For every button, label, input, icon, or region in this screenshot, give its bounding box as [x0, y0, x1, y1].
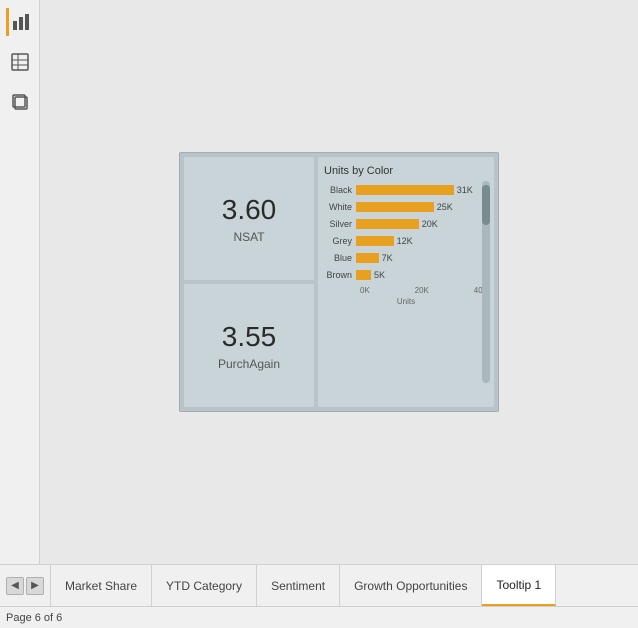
bar-chart: Black 31K White 25K Silver 20K Grey 12K Blue 7K Br… — [324, 183, 488, 282]
bar-row: Grey 12K — [324, 234, 488, 248]
bar-label: Brown — [324, 270, 356, 280]
tab-growth-opportunities[interactable]: Growth Opportunities — [340, 565, 482, 606]
bar-track: 25K — [356, 202, 488, 212]
next-button[interactable]: ▶ — [26, 577, 44, 595]
bar-value: 12K — [397, 236, 413, 246]
purch-again-card: 3.55 PurchAgain — [184, 284, 314, 407]
bar-label: White — [324, 202, 356, 212]
bar-label: Grey — [324, 236, 356, 246]
bar-track: 12K — [356, 236, 488, 246]
purch-again-value: 3.55 — [222, 320, 277, 354]
tab-bar: ◀ ▶ Market ShareYTD CategorySentimentGro… — [0, 564, 638, 606]
bar-value: 7K — [382, 253, 393, 263]
bar-row: Black 31K — [324, 183, 488, 197]
bar-fill — [356, 202, 434, 212]
bar-value: 5K — [374, 270, 385, 280]
bar-value: 31K — [457, 185, 473, 195]
axis-title: Units — [324, 297, 488, 306]
bar-label: Silver — [324, 219, 356, 229]
left-panel: 3.60 NSAT 3.55 PurchAgain — [184, 157, 314, 407]
prev-button[interactable]: ◀ — [6, 577, 24, 595]
tab-ytd-category[interactable]: YTD Category — [152, 565, 257, 606]
table-icon[interactable] — [6, 48, 34, 76]
nsat-card: 3.60 NSAT — [184, 157, 314, 280]
axis-label-20k: 20K — [415, 286, 429, 295]
sidebar — [0, 0, 40, 564]
tab-nav: ◀ ▶ — [0, 565, 51, 606]
bar-chart-icon[interactable] — [6, 8, 34, 36]
chart-title: Units by Color — [324, 165, 488, 177]
bar-fill — [356, 236, 394, 246]
bar-fill — [356, 253, 379, 263]
bar-track: 31K — [356, 185, 488, 195]
main-area: 3.60 NSAT 3.55 PurchAgain Units by Color… — [0, 0, 638, 564]
bar-track: 7K — [356, 253, 488, 263]
card-container: 3.60 NSAT 3.55 PurchAgain Units by Color… — [179, 152, 499, 412]
page-info: Page 6 of 6 — [6, 612, 62, 624]
axis-label-0k: 0K — [360, 286, 370, 295]
bar-value: 25K — [437, 202, 453, 212]
layers-icon[interactable] — [6, 88, 34, 116]
nsat-label: NSAT — [233, 230, 264, 244]
tab-sentiment[interactable]: Sentiment — [257, 565, 340, 606]
content-area: 3.60 NSAT 3.55 PurchAgain Units by Color… — [40, 0, 638, 564]
bar-fill — [356, 185, 454, 195]
bar-fill — [356, 270, 371, 280]
tabs-container: Market ShareYTD CategorySentimentGrowth … — [51, 565, 638, 606]
nsat-value: 3.60 — [222, 193, 277, 227]
bar-label: Blue — [324, 253, 356, 263]
axis-labels: 0K 20K 40K — [360, 286, 488, 295]
bar-label: Black — [324, 185, 356, 195]
right-panel: Units by Color Black 31K White 25K Silver 20K… — [318, 157, 494, 407]
bar-track: 5K — [356, 270, 488, 280]
tab-market-share[interactable]: Market Share — [51, 565, 152, 606]
bar-row: Brown 5K — [324, 268, 488, 282]
bar-row: Silver 20K — [324, 217, 488, 231]
bar-fill — [356, 219, 419, 229]
scrollbar-area[interactable] — [482, 181, 490, 383]
chart-axis: 0K 20K 40K — [324, 286, 488, 295]
bar-row: White 25K — [324, 200, 488, 214]
scrollbar-thumb — [482, 185, 490, 225]
purch-again-label: PurchAgain — [218, 357, 280, 371]
status-bar: Page 6 of 6 — [0, 606, 638, 628]
tab-tooltip-1[interactable]: Tooltip 1 — [482, 565, 556, 606]
bar-value: 20K — [422, 219, 438, 229]
bar-track: 20K — [356, 219, 488, 229]
bar-row: Blue 7K — [324, 251, 488, 265]
